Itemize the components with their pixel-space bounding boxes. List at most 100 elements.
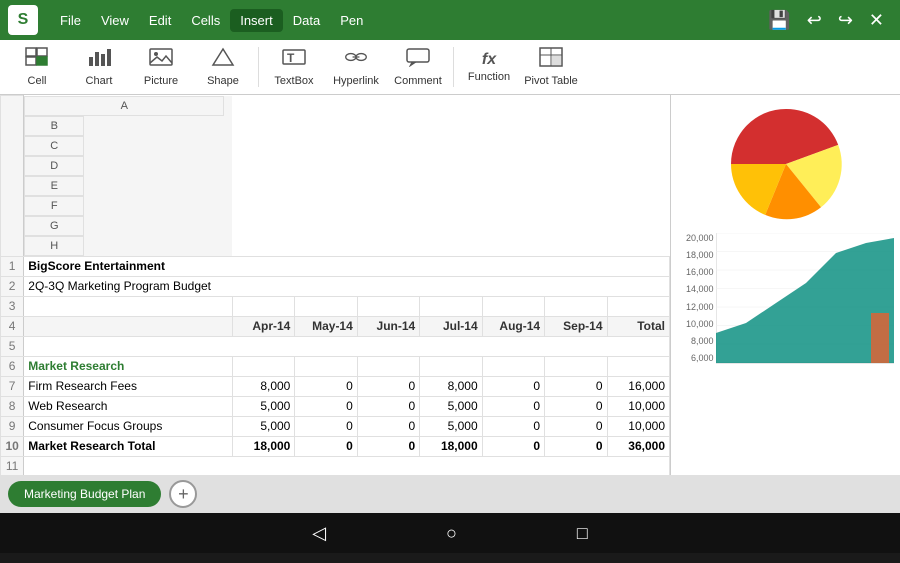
col-f-header: F bbox=[24, 196, 84, 216]
table-row: 3 bbox=[1, 296, 670, 316]
toolbar: Cell Chart Picture Shape T TextBox Hyper… bbox=[0, 40, 900, 95]
col-aug-header: Aug-14 bbox=[482, 316, 544, 336]
toolbar-chart-label: Chart bbox=[86, 75, 113, 87]
table-row: 1 BigScore Entertainment bbox=[1, 256, 670, 276]
toolbar-divider-1 bbox=[258, 47, 259, 87]
menu-pen[interactable]: Pen bbox=[330, 9, 373, 32]
table-row: 9 Consumer Focus Groups 5,000 0 0 5,000 … bbox=[1, 416, 670, 436]
toolbar-shape-label: Shape bbox=[207, 75, 239, 87]
toolbar-comment-label: Comment bbox=[394, 75, 442, 87]
col-may-header: May-14 bbox=[295, 316, 357, 336]
toolbar-cell-label: Cell bbox=[28, 75, 47, 87]
toolbar-function-label: Function bbox=[468, 71, 510, 83]
toolbar-picture-label: Picture bbox=[144, 75, 178, 87]
comment-icon bbox=[406, 47, 430, 73]
menu-insert[interactable]: Insert bbox=[230, 9, 283, 32]
sheet-table: A B C D E F G H 1 BigScore Entertainment bbox=[0, 95, 670, 475]
row-num: 2 bbox=[1, 276, 24, 296]
hyperlink-icon bbox=[344, 47, 368, 73]
cell-icon bbox=[25, 47, 49, 73]
row-num: 6 bbox=[1, 356, 24, 376]
spreadsheet[interactable]: A B C D E F G H 1 BigScore Entertainment bbox=[0, 95, 670, 475]
chart-area: 20,000 18,000 16,000 14,000 12,000 10,00… bbox=[670, 95, 900, 475]
table-row: 10 Market Research Total 18,000 0 0 18,0… bbox=[1, 436, 670, 456]
redo-icon[interactable]: ↪ bbox=[830, 6, 861, 35]
toolbar-pivot-table[interactable]: Pivot Table bbox=[522, 42, 580, 92]
textbox-icon: T bbox=[282, 47, 306, 73]
sheet-subtitle: 2Q-3Q Marketing Program Budget bbox=[24, 276, 670, 296]
col-c-header: C bbox=[24, 136, 84, 156]
main-content: A B C D E F G H 1 BigScore Entertainment bbox=[0, 95, 900, 475]
row-num: 9 bbox=[1, 416, 24, 436]
toolbar-divider-2 bbox=[453, 47, 454, 87]
recents-button[interactable]: □ bbox=[577, 523, 588, 544]
shape-icon bbox=[211, 47, 235, 73]
table-row: 11 bbox=[1, 456, 670, 475]
menu-edit[interactable]: Edit bbox=[139, 9, 181, 32]
row-num: 11 bbox=[1, 456, 24, 475]
col-apr-header: Apr-14 bbox=[232, 316, 294, 336]
row-num: 4 bbox=[1, 316, 24, 336]
home-button[interactable]: ○ bbox=[446, 523, 457, 544]
chart-icon bbox=[87, 47, 111, 73]
col-jul-header: Jul-14 bbox=[420, 316, 482, 336]
col-a-header: A bbox=[24, 96, 224, 116]
pivot-table-icon bbox=[539, 47, 563, 73]
table-row: 4 Apr-14 May-14 Jun-14 Jul-14 Aug-14 Sep… bbox=[1, 316, 670, 336]
app-logo: S bbox=[8, 5, 38, 35]
toolbar-hyperlink[interactable]: Hyperlink bbox=[327, 42, 385, 92]
row-num: 1 bbox=[1, 256, 24, 276]
table-row: 5 bbox=[1, 336, 670, 356]
row-num: 10 bbox=[1, 436, 24, 456]
close-icon[interactable]: ✕ bbox=[861, 6, 892, 35]
toolbar-comment[interactable]: Comment bbox=[389, 42, 447, 92]
col-e-header: E bbox=[24, 176, 84, 196]
marketing-budget-tab[interactable]: Marketing Budget Plan bbox=[8, 481, 161, 507]
row-num: 5 bbox=[1, 336, 24, 356]
col-total-header: Total bbox=[607, 316, 669, 336]
menu-view[interactable]: View bbox=[91, 9, 139, 32]
back-button[interactable]: ◁ bbox=[312, 523, 326, 544]
row-num: 7 bbox=[1, 376, 24, 396]
row-num-header bbox=[1, 96, 24, 257]
col-h-header: H bbox=[24, 236, 84, 256]
add-sheet-button[interactable]: + bbox=[169, 480, 197, 508]
market-research-header: Market Research bbox=[24, 356, 233, 376]
sheet-title: BigScore Entertainment bbox=[24, 256, 670, 276]
toolbar-function[interactable]: fx Function bbox=[460, 42, 518, 92]
toolbar-textbox-label: TextBox bbox=[274, 75, 313, 87]
toolbar-picture[interactable]: Picture bbox=[132, 42, 190, 92]
menu-data[interactable]: Data bbox=[283, 9, 330, 32]
undo-icon[interactable]: ↩ bbox=[799, 6, 830, 35]
toolbar-textbox[interactable]: T TextBox bbox=[265, 42, 323, 92]
toolbar-pivot-table-label: Pivot Table bbox=[524, 75, 578, 87]
col-b-header: B bbox=[24, 116, 84, 136]
row-num: 3 bbox=[1, 296, 24, 316]
save-icon[interactable]: 💾 bbox=[760, 6, 798, 35]
picture-icon bbox=[149, 47, 173, 73]
toolbar-hyperlink-label: Hyperlink bbox=[333, 75, 379, 87]
table-row: 8 Web Research 5,000 0 0 5,000 0 0 10,00… bbox=[1, 396, 670, 416]
col-sep-header: Sep-14 bbox=[545, 316, 607, 336]
android-nav-bar: ◁ ○ □ bbox=[0, 513, 900, 553]
col-header-row: A B C D E F G H bbox=[1, 96, 670, 257]
area-chart: 20,000 18,000 16,000 14,000 12,000 10,00… bbox=[676, 233, 896, 373]
col-jun-header: Jun-14 bbox=[357, 316, 419, 336]
toolbar-chart[interactable]: Chart bbox=[70, 42, 128, 92]
toolbar-shape[interactable]: Shape bbox=[194, 42, 252, 92]
menu-cells[interactable]: Cells bbox=[181, 9, 230, 32]
col-g-header: G bbox=[24, 216, 84, 236]
pie-chart bbox=[706, 99, 866, 229]
row-num: 8 bbox=[1, 396, 24, 416]
table-row: 6 Market Research bbox=[1, 356, 670, 376]
col-d-header: D bbox=[24, 156, 84, 176]
sheet-tabs: Marketing Budget Plan + bbox=[0, 475, 900, 513]
menu-file[interactable]: File bbox=[50, 9, 91, 32]
chart-y-labels: 20,000 18,000 16,000 14,000 12,000 10,00… bbox=[676, 233, 714, 363]
menu-bar: S File View Edit Cells Insert Data Pen 💾… bbox=[0, 0, 900, 40]
function-icon: fx bbox=[482, 51, 496, 69]
table-row: 7 Firm Research Fees 8,000 0 0 8,000 0 0… bbox=[1, 376, 670, 396]
toolbar-cell[interactable]: Cell bbox=[8, 42, 66, 92]
table-row: 2 2Q-3Q Marketing Program Budget bbox=[1, 276, 670, 296]
svg-text:T: T bbox=[287, 51, 295, 65]
